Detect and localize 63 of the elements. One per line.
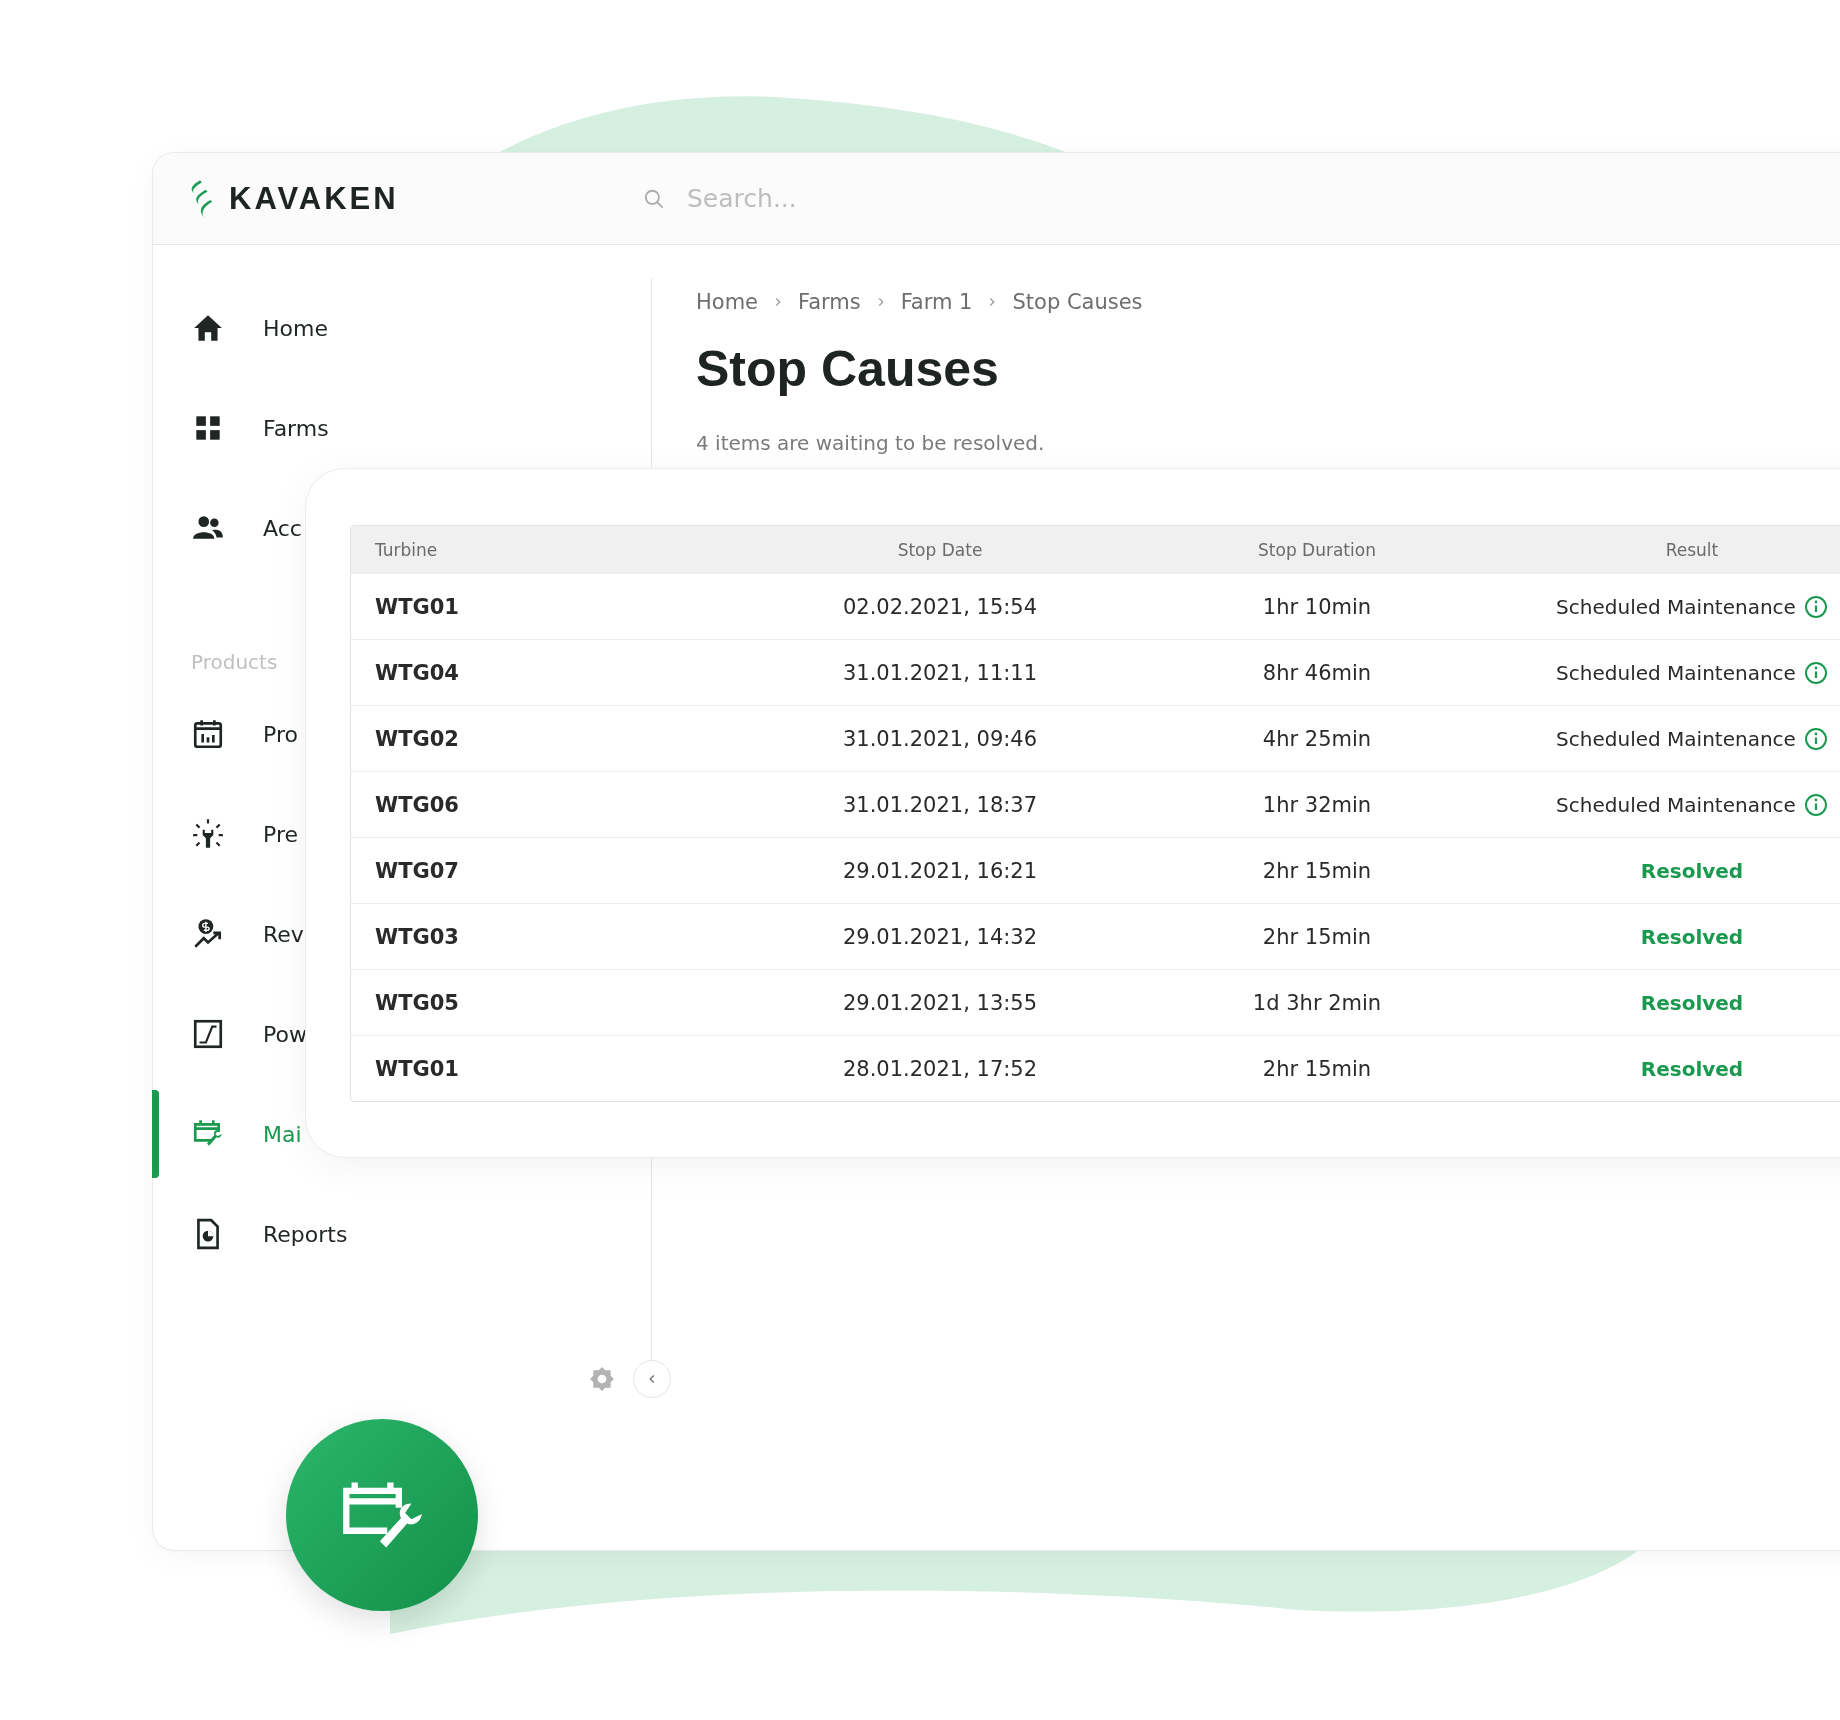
sidebar-item[interactable]: Acc bbox=[191, 478, 302, 578]
sidebar-item[interactable]: Pow bbox=[191, 984, 307, 1084]
settings-icon[interactable] bbox=[589, 1366, 615, 1392]
table-cell-text: 4hr 25min bbox=[1261, 726, 1373, 751]
table-cell-text: WTG01 bbox=[374, 594, 460, 619]
result-text: Scheduled Maintenance bbox=[1556, 660, 1796, 685]
table-cell-text: 31.01.2021, 18:37 bbox=[841, 792, 1039, 817]
table-cell-text: 2hr 15min bbox=[1261, 924, 1373, 949]
search-field[interactable]: Search... bbox=[687, 184, 1287, 213]
column-header: Result bbox=[1664, 539, 1720, 560]
breadcrumb-link[interactable]: Home bbox=[696, 290, 758, 314]
table-cell-text: WTG07 bbox=[374, 858, 460, 883]
table-cell-text: WTG05 bbox=[374, 990, 460, 1015]
result-text: Resolved bbox=[1640, 1056, 1744, 1081]
page-subtitle: 4 items are waiting to be resolved. bbox=[696, 431, 1046, 455]
breadcrumb-link[interactable]: Stop Causes bbox=[1012, 290, 1143, 314]
table-cell-text: 28.01.2021, 17:52 bbox=[841, 1056, 1039, 1081]
table-cell-text: WTG02 bbox=[374, 726, 460, 751]
table-cell-text: 2hr 15min bbox=[1261, 1056, 1373, 1081]
column-header: Stop Date bbox=[896, 539, 984, 560]
table-cell-text: WTG03 bbox=[374, 924, 460, 949]
result-text: Scheduled Maintenance bbox=[1556, 594, 1796, 619]
table-cell-text: 8hr 46min bbox=[1261, 660, 1373, 685]
table-cell-text: 2hr 15min bbox=[1261, 858, 1373, 883]
table-cell-text: 1d 3hr 2min bbox=[1251, 990, 1383, 1015]
page-title: Stop Causes bbox=[696, 340, 1000, 399]
result-text: Scheduled Maintenance bbox=[1556, 792, 1796, 817]
table-cell-text: 29.01.2021, 14:32 bbox=[841, 924, 1039, 949]
sidebar-item[interactable]: Farms bbox=[191, 378, 329, 478]
curve-chart-icon bbox=[191, 1017, 225, 1051]
result-text: Scheduled Maintenance bbox=[1556, 726, 1796, 751]
section-label: Products bbox=[191, 649, 278, 676]
breadcrumb-link[interactable]: Farm 1 bbox=[900, 290, 973, 314]
table-cell-text: 02.02.2021, 15:54 bbox=[841, 594, 1039, 619]
info-icon[interactable] bbox=[1803, 726, 1828, 751]
table-cell-text: 29.01.2021, 16:21 bbox=[841, 858, 1039, 883]
table-cell-text: WTG06 bbox=[374, 792, 460, 817]
sidebar-item[interactable]: Rev bbox=[191, 884, 304, 984]
result-text: Resolved bbox=[1640, 858, 1744, 883]
table-cell-text: WTG01 bbox=[374, 1056, 460, 1081]
result-text: Resolved bbox=[1640, 924, 1744, 949]
column-header: Turbine bbox=[374, 539, 439, 560]
sidebar-item[interactable]: Home bbox=[191, 278, 328, 378]
info-icon[interactable] bbox=[1803, 792, 1828, 817]
lightbulb-wrench-icon bbox=[191, 817, 225, 851]
table-cell-text: 1hr 10min bbox=[1261, 594, 1373, 619]
sidebar-item[interactable]: Mai bbox=[191, 1084, 302, 1184]
info-icon[interactable] bbox=[1803, 660, 1828, 685]
table-cell-text: 31.01.2021, 09:46 bbox=[841, 726, 1039, 751]
info-icon[interactable] bbox=[1803, 594, 1828, 619]
sidebar-item[interactable]: Reports bbox=[191, 1184, 348, 1284]
table-cell-text: 1hr 32min bbox=[1261, 792, 1373, 817]
calendar-chart-icon bbox=[191, 717, 225, 751]
result-text: Resolved bbox=[1640, 990, 1744, 1015]
sidebar-item[interactable]: Pre bbox=[191, 784, 298, 884]
breadcrumb-link[interactable]: Farms bbox=[798, 290, 861, 314]
table-cell-text: 29.01.2021, 13:55 bbox=[841, 990, 1039, 1015]
sidebar-item[interactable]: Pro bbox=[191, 684, 298, 784]
table-cell-text: WTG04 bbox=[374, 660, 460, 685]
table-cell-text: 31.01.2021, 11:11 bbox=[841, 660, 1039, 685]
search-icon[interactable] bbox=[643, 187, 665, 210]
column-header: Stop Duration bbox=[1257, 539, 1377, 560]
logo-text: KAVAKEN bbox=[229, 180, 399, 217]
